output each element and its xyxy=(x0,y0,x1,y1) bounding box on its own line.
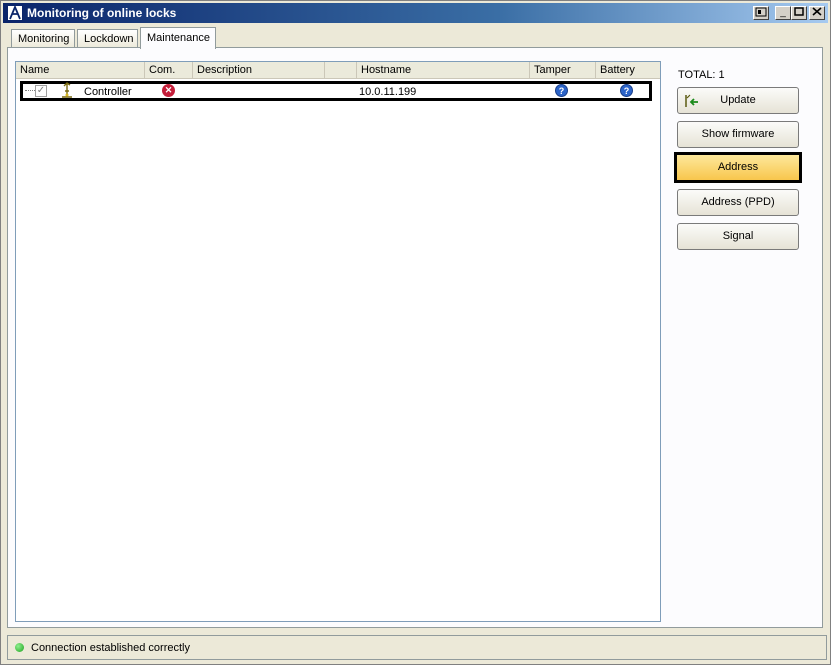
tamper-question-icon: ? xyxy=(555,84,568,97)
tab-lockdown[interactable]: Lockdown xyxy=(77,29,138,48)
column-header-blank[interactable] xyxy=(325,62,357,79)
column-header-hostname[interactable]: Hostname xyxy=(357,62,530,79)
tab-label: Lockdown xyxy=(84,33,134,45)
tree-connector xyxy=(25,90,35,91)
table-row[interactable]: ✓ Controller ✕ 10.0.11.199 ? ? xyxy=(20,81,652,101)
column-header-tamper[interactable]: Tamper xyxy=(530,62,596,79)
minimize-icon[interactable]: _ xyxy=(775,6,791,20)
row-name: Controller xyxy=(84,86,132,98)
title-bar[interactable]: Monitoring of online locks _ xyxy=(3,3,828,23)
tab-monitoring[interactable]: Monitoring xyxy=(11,29,75,48)
show-firmware-label: Show firmware xyxy=(701,128,775,140)
controller-icon xyxy=(59,82,75,102)
close-icon[interactable] xyxy=(809,6,825,20)
action-sidebar: TOTAL: 1 Update Show firmware Address Ad… xyxy=(667,61,817,622)
row-hostname: 10.0.11.199 xyxy=(359,86,417,98)
update-label: Update xyxy=(720,94,756,106)
column-header-com[interactable]: Com. xyxy=(145,62,193,79)
window-title: Monitoring of online locks xyxy=(27,6,177,20)
column-header-description[interactable]: Description xyxy=(193,62,325,79)
locks-grid[interactable]: Name Com. Description Hostname Tamper Ba… xyxy=(15,61,661,622)
address-ppd-label: Address (PPD) xyxy=(701,196,775,208)
row-checkbox[interactable]: ✓ xyxy=(35,85,47,97)
update-icon xyxy=(683,93,699,109)
grid-header: Name Com. Description Hostname Tamper Ba… xyxy=(16,62,660,79)
total-count: TOTAL: 1 xyxy=(678,69,725,81)
update-button[interactable]: Update xyxy=(677,87,799,114)
com-error-icon: ✕ xyxy=(162,84,175,97)
column-header-battery[interactable]: Battery xyxy=(596,62,660,79)
maximize-icon[interactable] xyxy=(791,6,807,20)
tab-maintenance[interactable]: Maintenance xyxy=(140,27,216,49)
address-button[interactable]: Address xyxy=(674,152,802,183)
restore-layout-icon[interactable] xyxy=(753,6,769,20)
tab-strip: Monitoring Lockdown Maintenance xyxy=(11,27,511,49)
address-ppd-button[interactable]: Address (PPD) xyxy=(677,189,799,216)
signal-button[interactable]: Signal xyxy=(677,223,799,250)
address-label: Address xyxy=(717,161,759,173)
connection-ok-icon xyxy=(15,643,24,652)
signal-label: Signal xyxy=(722,230,754,242)
tab-label: Monitoring xyxy=(18,33,70,45)
tab-label: Maintenance xyxy=(147,32,210,44)
app-logo-icon xyxy=(7,4,23,21)
main-window: Monitoring of online locks _ Monitoring … xyxy=(0,0,831,665)
column-header-name[interactable]: Name xyxy=(16,62,145,79)
battery-question-icon: ? xyxy=(620,84,633,97)
show-firmware-button[interactable]: Show firmware xyxy=(677,121,799,148)
status-bar: Connection established correctly xyxy=(7,635,827,660)
status-text: Connection established correctly xyxy=(31,642,190,654)
